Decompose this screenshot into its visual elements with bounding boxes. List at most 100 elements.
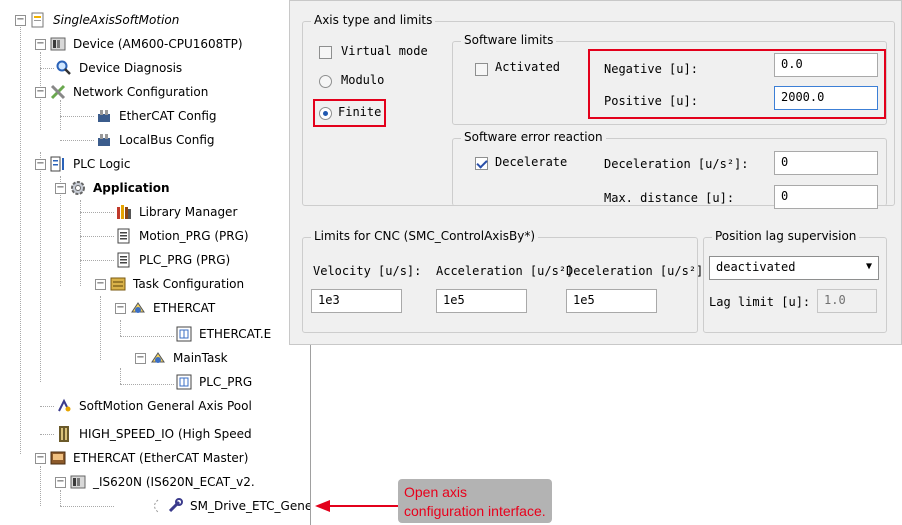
- tree-item-label: Motion_PRG (PRG): [139, 229, 249, 243]
- deceleration-input[interactable]: 0: [774, 151, 878, 175]
- velocity-label: Velocity [u/s]:: [313, 264, 422, 278]
- library-icon: [116, 204, 132, 220]
- tree-item-localbus-config[interactable]: LocalBus Config: [96, 128, 217, 152]
- tree-item-library-manager[interactable]: Library Manager: [116, 200, 239, 224]
- tree-item-ethercat-config[interactable]: EtherCAT Config: [96, 104, 219, 128]
- axis-config-panel: Axis type and limits Virtual mode Modulo…: [289, 0, 902, 345]
- tree-item-label: ETHERCAT.E: [199, 327, 272, 341]
- tree-item-label: HIGH_SPEED_IO (High Speed: [79, 427, 252, 441]
- tree-item-label: PLC_PRG: [199, 375, 253, 389]
- tree-item-label: ETHERCAT: [153, 301, 216, 315]
- tree-item-label: Library Manager: [139, 205, 238, 219]
- tree-item-label: _IS620N (IS620N_ECAT_v2.: [93, 475, 255, 489]
- collapse-icon[interactable]: −: [135, 352, 146, 364]
- project-tree[interactable]: − SingleAxisSoftMotion − Device (AM600-C…: [0, 0, 311, 525]
- tree-item-high-speed-io[interactable]: HIGH_SPEED_IO (High Speed: [56, 422, 254, 446]
- tree-item-plc-prg[interactable]: PLC_PRG (PRG): [116, 248, 232, 272]
- collapse-icon[interactable]: −: [55, 182, 66, 194]
- network-tools-icon: [50, 84, 66, 100]
- axis-pool-icon: [56, 398, 72, 414]
- finite-label: Finite: [338, 105, 382, 119]
- tree-item-label: MainTask: [173, 351, 228, 365]
- collapse-icon[interactable]: −: [115, 302, 126, 314]
- group-title: Axis type and limits: [311, 13, 436, 27]
- collapse-icon[interactable]: −: [35, 158, 46, 170]
- config-icon: [96, 132, 112, 148]
- tree-item-label: Task Configuration: [133, 277, 245, 291]
- group-title: Position lag supervision: [712, 229, 860, 243]
- group-title: Software error reaction: [461, 130, 606, 144]
- tree-item-ethercat-e[interactable]: ETHERCAT.E: [176, 322, 273, 346]
- tree-item-plc-logic[interactable]: − PLC Logic: [35, 152, 132, 176]
- deceleration-label: Deceleration [u/s²]:: [604, 157, 749, 171]
- tree-item-motion-prg[interactable]: Motion_PRG (PRG): [116, 224, 251, 248]
- annotation-callout: Open axis configuration interface.: [398, 479, 552, 523]
- axis-wrench-icon: [167, 498, 183, 514]
- tree-item-main-task[interactable]: − MainTask: [135, 346, 230, 370]
- negative-label: Negative [u]:: [604, 62, 698, 76]
- lag-supervision-select[interactable]: deactivated ▼: [709, 256, 879, 280]
- activated-checkbox[interactable]: [475, 63, 488, 76]
- cnc-limits-group: Limits for CNC (SMC_ControlAxisBy*): [302, 229, 698, 333]
- tree-item-label: Device (AM600-CPU1608TP): [73, 37, 243, 51]
- max-distance-input[interactable]: 0: [774, 185, 878, 209]
- drive-device-icon: [70, 474, 86, 490]
- activated-label: Activated: [495, 60, 561, 74]
- chevron-down-icon: ▼: [865, 261, 872, 272]
- tree-item-ethercat-master[interactable]: − ETHERCAT (EtherCAT Master): [35, 446, 250, 470]
- tree-item-application[interactable]: − Application: [55, 176, 172, 200]
- program-call-icon: [176, 326, 192, 342]
- positive-label: Positive [u]:: [604, 94, 698, 108]
- collapse-icon[interactable]: −: [35, 452, 46, 464]
- tree-item-ethercat-task[interactable]: − ETHERCAT: [115, 296, 217, 320]
- tree-item-device[interactable]: − Device (AM600-CPU1608TP): [35, 32, 245, 56]
- virtual-mode-checkbox[interactable]: [319, 46, 332, 59]
- tree-item-label: PLC Logic: [73, 157, 131, 171]
- group-title: Software limits: [461, 33, 557, 47]
- collapse-icon[interactable]: −: [55, 476, 66, 488]
- project-icon: [30, 12, 46, 28]
- collapse-icon[interactable]: −: [15, 14, 26, 26]
- tree-item-label: SingleAxisSoftMotion: [53, 13, 180, 27]
- tree-item-task-configuration[interactable]: − Task Configuration: [95, 272, 246, 296]
- acceleration-label: Acceleration [u/s²]: [436, 264, 574, 278]
- application-gear-icon: [70, 180, 86, 196]
- tree-item-label: Device Diagnosis: [79, 61, 183, 75]
- decelerate-label: Decelerate: [495, 155, 568, 169]
- max-distance-label: Max. distance [u]:: [604, 191, 735, 205]
- callout-line-1: Open axis: [404, 484, 468, 500]
- io-module-icon: [56, 426, 72, 442]
- tree-item-label: Network Configuration: [73, 85, 209, 99]
- plc-device-icon: [50, 36, 66, 52]
- ethercat-master-icon: [50, 450, 66, 466]
- decelerate-checkbox[interactable]: [475, 157, 488, 170]
- positive-limit-input[interactable]: 2000.0: [774, 86, 878, 110]
- lag-supervision-value: deactivated: [716, 260, 796, 274]
- tree-item-root[interactable]: − SingleAxisSoftMotion: [15, 8, 181, 32]
- finite-radio[interactable]: [319, 107, 332, 120]
- acceleration-input[interactable]: 1e5: [436, 289, 527, 313]
- modulo-radio[interactable]: [319, 75, 332, 88]
- collapse-icon[interactable]: −: [35, 38, 46, 50]
- position-lag-group: Position lag supervision: [703, 229, 887, 333]
- callout-line-2: configuration interface.: [404, 503, 546, 519]
- dotted-bracket-icon: [148, 498, 164, 514]
- tree-item-label: SoftMotion General Axis Pool: [79, 399, 252, 413]
- negative-limit-input[interactable]: 0.0: [774, 53, 878, 77]
- velocity-input[interactable]: 1e3: [311, 289, 402, 313]
- collapse-icon[interactable]: −: [95, 278, 106, 290]
- modulo-label: Modulo: [341, 73, 385, 87]
- tree-item-network-configuration[interactable]: − Network Configuration: [35, 80, 210, 104]
- tree-item-is620n[interactable]: − _IS620N (IS620N_ECAT_v2.: [55, 470, 257, 494]
- cnc-deceleration-input[interactable]: 1e5: [566, 289, 657, 313]
- program-icon: [116, 228, 132, 244]
- tree-item-label: SM_Drive_ETC_Generi: [190, 499, 311, 513]
- lag-limit-input: 1.0: [817, 289, 877, 313]
- collapse-icon[interactable]: −: [35, 86, 46, 98]
- config-icon: [96, 108, 112, 124]
- diagnosis-icon: [56, 60, 72, 76]
- tree-item-sm-drive[interactable]: SM_Drive_ETC_Generi: [148, 494, 311, 518]
- tree-item-plc-prg-call[interactable]: PLC_PRG: [176, 370, 254, 394]
- tree-item-softmotion-pool[interactable]: SoftMotion General Axis Pool: [56, 394, 254, 418]
- tree-item-device-diagnosis[interactable]: Device Diagnosis: [56, 56, 184, 80]
